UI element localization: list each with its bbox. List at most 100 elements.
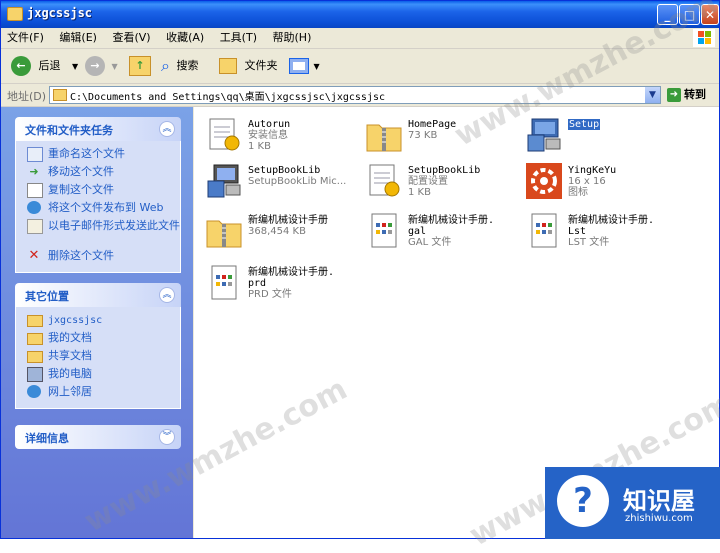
file-item-manual-prd[interactable]: 新编机械设计手册. prd PRD 文件	[198, 259, 358, 307]
chevron-down-icon: ▼	[313, 62, 320, 71]
badge-title: 知识屋	[623, 487, 695, 515]
chevron-down-icon[interactable]: ▼	[72, 62, 78, 71]
badge-subtitle: zhishiwu.com	[625, 513, 693, 524]
my-documents-icon	[27, 333, 43, 345]
task-publish-web[interactable]: 将这个文件发布到 Web	[26, 200, 180, 218]
document-icon	[531, 213, 557, 248]
expand-icon[interactable]: ︾	[159, 429, 175, 445]
folders-button[interactable]: 文件夹	[219, 54, 278, 78]
move-icon: ➜	[29, 165, 39, 178]
other-places-title: 其它位置	[25, 290, 69, 303]
task-move[interactable]: ➜ 移动这个文件	[26, 164, 180, 182]
file-item-setup[interactable]: Setup	[518, 111, 678, 159]
folders-icon	[219, 58, 237, 74]
back-button[interactable]: ← 后退 ▼	[11, 54, 78, 78]
folders-label: 文件夹	[244, 59, 278, 72]
file-tasks-title: 文件和文件夹任务	[25, 124, 113, 137]
other-places-header[interactable]: 其它位置 ︽	[15, 283, 181, 307]
place-label: jxgcssjsc	[48, 315, 103, 326]
folder-icon	[53, 89, 67, 101]
menu-help[interactable]: 帮助(H)	[267, 28, 318, 47]
file-name: Autorun	[248, 119, 291, 130]
back-arrow-icon: ←	[11, 56, 31, 76]
shared-documents-icon	[27, 351, 43, 363]
address-value: C:\Documents and Settings\qq\桌面\jxgcssjs…	[70, 92, 386, 103]
place-label: 网上邻居	[48, 385, 92, 398]
place-my-computer[interactable]: 我的电脑	[26, 366, 180, 384]
rename-icon	[27, 147, 43, 162]
task-label: 移动这个文件	[48, 165, 114, 178]
place-label: 我的文档	[48, 331, 92, 344]
file-size: 1 KB	[408, 187, 431, 198]
task-delete[interactable]: ✕ 删除这个文件	[26, 248, 180, 266]
file-name: 新编机械设计手册.	[568, 215, 655, 226]
go-button[interactable]: ➜ 转到	[667, 86, 706, 104]
menu-favorites[interactable]: 收藏(A)	[160, 28, 210, 47]
windows-logo-icon	[693, 29, 715, 47]
file-item-homepage[interactable]: HomePage 73 KB	[358, 111, 518, 159]
zip-folder-icon	[206, 220, 242, 248]
place-shared-documents[interactable]: 共享文档	[26, 348, 180, 366]
file-item-setupbooklib-exe[interactable]: SetupBookLib SetupBookLib Mic...	[198, 157, 358, 205]
file-size: 368,454 KB	[248, 226, 306, 237]
file-item-autorun[interactable]: Autorun 安装信息 1 KB	[198, 111, 358, 159]
installer-icon	[207, 164, 241, 198]
task-label: 复制这个文件	[48, 183, 114, 196]
forward-button[interactable]: → ▼	[85, 54, 118, 78]
details-panel: 详细信息 ︾	[15, 425, 181, 449]
views-button[interactable]: ▼	[289, 54, 320, 78]
file-type: SetupBookLib Mic...	[248, 176, 347, 187]
minimize-button[interactable]: _	[657, 4, 678, 25]
document-icon	[371, 213, 397, 248]
task-rename[interactable]: 重命名这个文件	[26, 146, 180, 164]
chevron-down-icon[interactable]: ▼	[112, 62, 118, 71]
file-tasks-header[interactable]: 文件和文件夹任务 ︽	[15, 117, 181, 141]
config-icon	[369, 164, 400, 197]
globe-icon	[27, 201, 41, 214]
document-icon	[211, 265, 237, 300]
place-jxgcssjsc[interactable]: jxgcssjsc	[26, 312, 180, 330]
explorer-window: jxgcssjsc _ □ ✕ 文件(F) 编辑(E) 查看(V) 收藏(A) …	[0, 0, 720, 539]
network-icon	[27, 385, 41, 398]
menu-edit[interactable]: 编辑(E)	[53, 28, 103, 47]
file-name: SetupBookLib	[248, 165, 321, 176]
address-bar: 地址(D) C:\Documents and Settings\qq\桌面\jx…	[1, 84, 719, 107]
address-dropdown-button[interactable]: ▼	[645, 87, 660, 103]
config-icon	[209, 118, 240, 151]
details-header[interactable]: 详细信息 ︾	[15, 425, 181, 449]
file-name: Setup	[568, 119, 601, 130]
file-item-yingkeyu[interactable]: YingKeYu 16 x 16 图标	[518, 157, 678, 205]
collapse-icon[interactable]: ︽	[159, 121, 175, 137]
maximize-button[interactable]: □	[679, 4, 700, 25]
file-dimensions: 16 x 16	[568, 176, 606, 187]
back-label: 后退	[38, 59, 61, 72]
menu-bar: 文件(F) 编辑(E) 查看(V) 收藏(A) 工具(T) 帮助(H)	[1, 28, 719, 49]
place-network[interactable]: 网上邻居	[26, 384, 180, 402]
file-name: YingKeYu	[568, 165, 617, 176]
file-extension: gal	[408, 226, 427, 237]
delete-icon: ✕	[28, 248, 40, 263]
file-item-setupbooklib-ini[interactable]: SetupBookLib 配置设置 1 KB	[358, 157, 518, 205]
search-button[interactable]: ⌕ 搜索	[161, 54, 198, 78]
collapse-icon[interactable]: ︽	[159, 287, 175, 303]
close-button[interactable]: ✕	[701, 4, 719, 25]
task-email[interactable]: 以电子邮件形式发送此文件	[26, 218, 180, 248]
address-label: 地址(D)	[7, 90, 47, 103]
copy-icon	[27, 183, 43, 198]
task-label: 以电子邮件形式发送此文件	[48, 219, 180, 232]
file-item-manual-zip[interactable]: 新编机械设计手册 368,454 KB	[198, 207, 358, 255]
file-item-manual-gal[interactable]: 新编机械设计手册. gal GAL 文件	[358, 207, 518, 255]
file-item-manual-lst[interactable]: 新编机械设计手册. Lst LST 文件	[518, 207, 678, 255]
file-type: 安装信息	[248, 130, 288, 141]
menu-tools[interactable]: 工具(T)	[214, 28, 263, 47]
file-type: 配置设置	[408, 176, 448, 187]
address-field[interactable]: C:\Documents and Settings\qq\桌面\jxgcssjs…	[49, 86, 661, 104]
file-name: HomePage	[408, 119, 457, 130]
menu-view[interactable]: 查看(V)	[106, 28, 156, 47]
other-places-list: jxgcssjsc 我的文档 共享文档 我的电脑 网上邻居	[15, 307, 181, 409]
up-folder-button[interactable]: ↑	[129, 54, 151, 78]
title-bar[interactable]: jxgcssjsc _ □ ✕	[1, 1, 719, 28]
task-copy[interactable]: 复制这个文件	[26, 182, 180, 200]
place-my-documents[interactable]: 我的文档	[26, 330, 180, 348]
menu-file[interactable]: 文件(F)	[1, 28, 50, 47]
